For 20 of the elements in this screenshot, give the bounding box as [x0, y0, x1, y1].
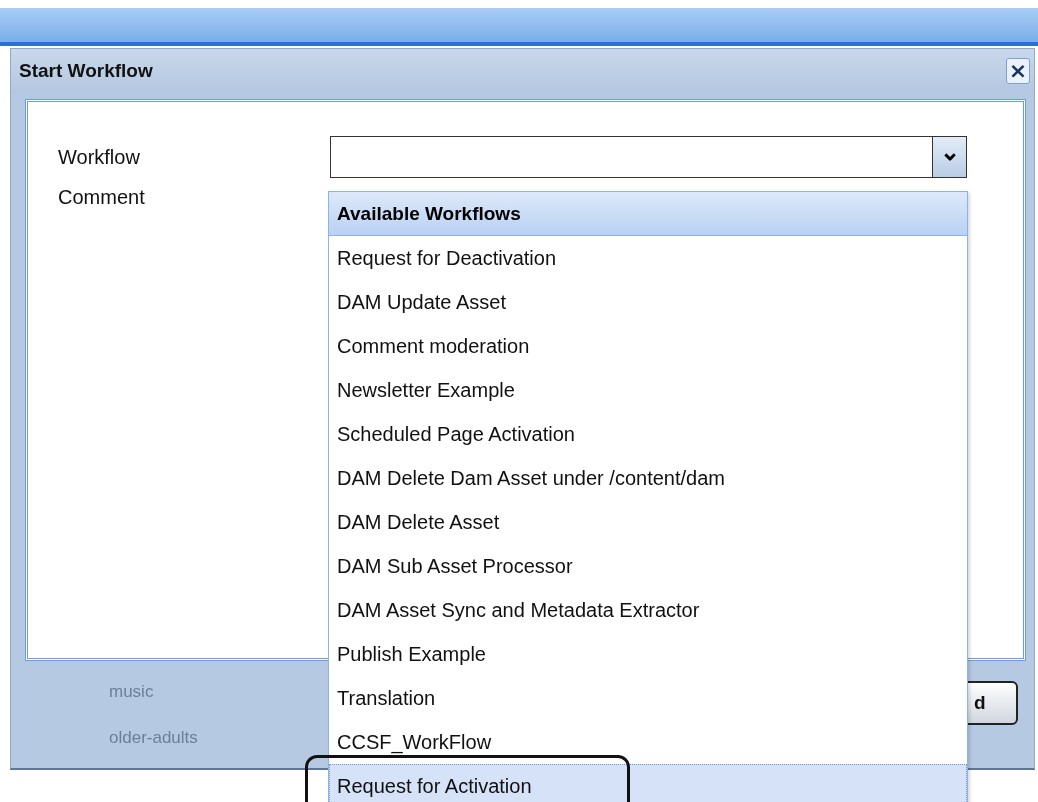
- workflow-option[interactable]: Request for Activation: [329, 764, 967, 802]
- field-label: Comment: [58, 185, 146, 209]
- workflow-option[interactable]: Scheduled Page Activation: [329, 412, 967, 456]
- caret-icon[interactable]: ⌄: [932, 137, 966, 177]
- workflow-option[interactable]: DAM Sub Asset Processor: [329, 544, 967, 588]
- list-header: Available Workflows: [329, 192, 967, 236]
- workflow-option[interactable]: DAM Update Asset: [329, 280, 967, 324]
- workflow-combo-box[interactable]: ⌄: [330, 136, 967, 178]
- field-label: Workflow: [58, 145, 141, 169]
- dialog-title: Start Workflow: [19, 60, 153, 82]
- close-button[interactable]: ×: [1006, 58, 1030, 84]
- workflow-option[interactable]: Publish Example: [329, 632, 967, 676]
- workflow-option[interactable]: DAM Delete Dam Asset under /content/dam: [329, 456, 967, 500]
- workflow-option[interactable]: DAM Asset Sync and Metadata Extractor: [329, 588, 967, 632]
- list-item: older-adults: [109, 727, 198, 748]
- workflow-option[interactable]: Comment moderation: [329, 324, 967, 368]
- workflow-option[interactable]: Newsletter Example: [329, 368, 967, 412]
- workflow-option[interactable]: DAM Delete Asset: [329, 500, 967, 544]
- workflow-option[interactable]: Request for Deactivation: [329, 236, 967, 280]
- list-item: music: [109, 681, 155, 702]
